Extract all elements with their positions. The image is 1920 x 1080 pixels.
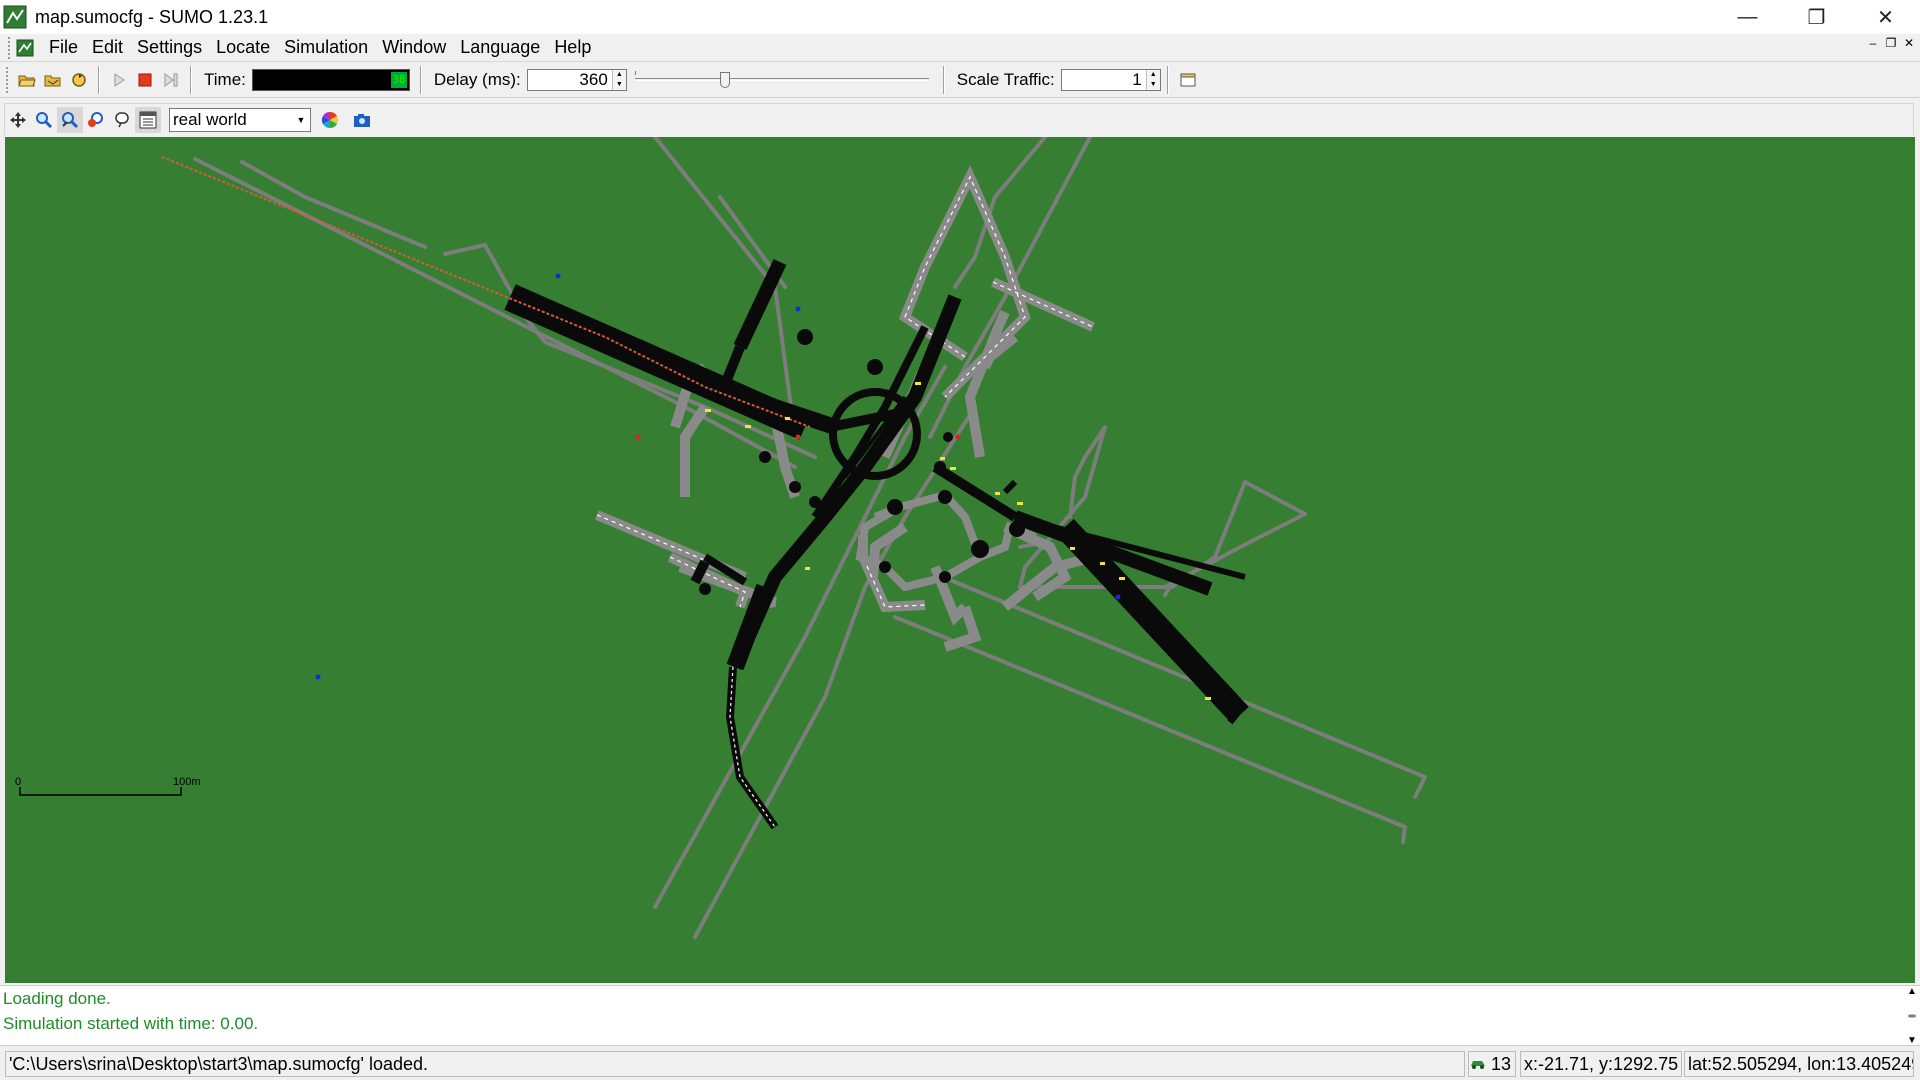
menu-locate[interactable]: Locate (209, 37, 277, 58)
scale-traffic-spinner[interactable]: 1 ▲ ▼ (1060, 68, 1161, 91)
recenter-icon (10, 111, 26, 128)
message-line: Simulation started with time: 0.00. (3, 1014, 259, 1033)
toolbar-separator (190, 65, 192, 94)
delay-slider[interactable] (631, 68, 933, 92)
locate-vehicle-icon (88, 111, 103, 127)
vehicle-count: 13 (1468, 1051, 1516, 1077)
slider-ticks (634, 70, 929, 75)
slider-track (634, 77, 929, 81)
menu-file[interactable]: File (42, 37, 85, 58)
open-icon (18, 75, 36, 86)
locate-poi-button[interactable] (109, 107, 135, 133)
locate-junction-icon (62, 111, 79, 128)
scale-length-label: 100m (173, 776, 201, 788)
menu-settings[interactable]: Settings (130, 37, 209, 58)
scroll-up-icon[interactable]: ▲ (1907, 986, 1917, 997)
restore-button[interactable]: ❐ (1782, 0, 1851, 34)
open-network-button[interactable] (40, 67, 66, 93)
car-icon (1470, 1061, 1485, 1069)
time-digits: 38 (390, 71, 407, 88)
spin-down-icon[interactable]: ▼ (616, 80, 623, 90)
scale-traffic-label: Scale Traffic: (956, 69, 1055, 89)
minimize-button[interactable]: — (1713, 0, 1782, 34)
recenter-view-button[interactable] (5, 107, 31, 133)
toolbar-separator (1166, 65, 1169, 94)
view-toolbar: real world ▼ (0, 103, 1920, 135)
mdi-restore-button[interactable]: ❐ (1884, 36, 1898, 50)
run-icon (114, 72, 125, 87)
window-icon (1180, 73, 1196, 86)
status-message: 'C:\Users\srina\Desktop\start3\map.sumoc… (5, 1051, 1465, 1077)
step-button[interactable] (158, 67, 184, 93)
view-settings-button[interactable] (135, 106, 161, 133)
new-window-button[interactable] (1175, 67, 1201, 93)
chevron-down-icon[interactable]: ▼ (294, 111, 308, 129)
menu-simulation[interactable]: Simulation (277, 37, 375, 58)
screenshot-icon (354, 113, 370, 127)
screenshot-button[interactable] (349, 107, 375, 133)
cursor-coordinates: x:-21.71, y:1292.75 (1520, 1051, 1682, 1077)
reload-button[interactable] (66, 67, 92, 93)
menubar-grip[interactable] (8, 36, 12, 59)
slider-thumb[interactable] (719, 71, 730, 88)
stop-icon (138, 73, 152, 86)
menu-help[interactable]: Help (547, 37, 598, 58)
mdi-minimize-button[interactable]: – (1866, 36, 1880, 50)
zoom-button[interactable] (31, 107, 57, 133)
spin-up-icon[interactable]: ▲ (616, 70, 623, 80)
menu-window[interactable]: Window (375, 37, 453, 58)
spin-down-icon[interactable]: ▼ (1150, 80, 1157, 90)
locate-poi-icon (115, 111, 129, 127)
spin-up-icon[interactable]: ▲ (1150, 70, 1157, 80)
delay-value: 360 (579, 69, 608, 89)
locate-vehicle-button[interactable] (83, 107, 109, 133)
color-wheel-icon (321, 111, 339, 128)
zoom-icon (36, 111, 53, 128)
window-title: map.sumocfg - SUMO 1.23.1 (35, 6, 269, 27)
time-label: Time: (204, 69, 246, 89)
open-network-icon (44, 75, 61, 86)
run-button[interactable] (106, 67, 132, 93)
scale-zero-label: 0 (15, 776, 21, 788)
message-scrollbar[interactable]: ▲ ═ ▼ (1904, 986, 1920, 1046)
stop-button[interactable] (132, 67, 158, 93)
delay-spinner[interactable]: 360 ▲ ▼ (526, 68, 627, 91)
map-canvas[interactable]: 0 100m (5, 137, 1915, 983)
reload-icon (72, 72, 86, 87)
main-toolbar: Time: 38 Delay (ms): 360 ▲ ▼ Scale Traffi… (0, 62, 1920, 98)
message-window: Loading done. Simulation started with ti… (0, 985, 1920, 1046)
step-icon (164, 72, 178, 87)
message-line: Loading done. (3, 989, 111, 1008)
vehicle-count-value: 13 (1490, 1053, 1511, 1074)
sumo-window: map.sumocfg - SUMO 1.23.1 — ❐ ✕ File Edi… (0, 0, 1920, 1080)
toolbar-grip[interactable] (6, 66, 10, 93)
edit-coloring-button[interactable] (317, 107, 343, 133)
status-bar: 'C:\Users\srina\Desktop\start3\map.sumoc… (0, 1045, 1920, 1080)
title-bar: map.sumocfg - SUMO 1.23.1 — ❐ ✕ (0, 0, 1920, 34)
geo-coordinates: lat:52.505294, lon:13.405249 (1684, 1051, 1914, 1077)
color-scheme-select[interactable]: real world ▼ (169, 107, 311, 132)
toolbar-separator (98, 65, 100, 94)
close-button[interactable]: ✕ (1851, 0, 1920, 34)
menu-bar: File Edit Settings Locate Simulation Win… (0, 34, 1920, 62)
scroll-mid-icon: ═ (1908, 1010, 1916, 1022)
menu-edit[interactable]: Edit (85, 37, 130, 58)
menu-language[interactable]: Language (453, 37, 547, 58)
time-display: 38 (251, 68, 410, 91)
mdi-close-button[interactable]: ✕ (1902, 36, 1916, 50)
toolbar-separator (942, 65, 945, 94)
child-window-icon[interactable] (16, 39, 34, 57)
color-scheme-value: real world (173, 109, 247, 129)
settings-icon (139, 111, 157, 128)
toolbar-separator (419, 65, 422, 94)
locate-junction-button[interactable] (57, 106, 83, 133)
sumo-app-icon (3, 5, 27, 29)
delay-label: Delay (ms): (433, 69, 521, 89)
road-network: 0 100m (5, 137, 1915, 983)
open-simulation-button[interactable] (14, 67, 40, 93)
scale-traffic-value: 1 (1132, 69, 1142, 89)
